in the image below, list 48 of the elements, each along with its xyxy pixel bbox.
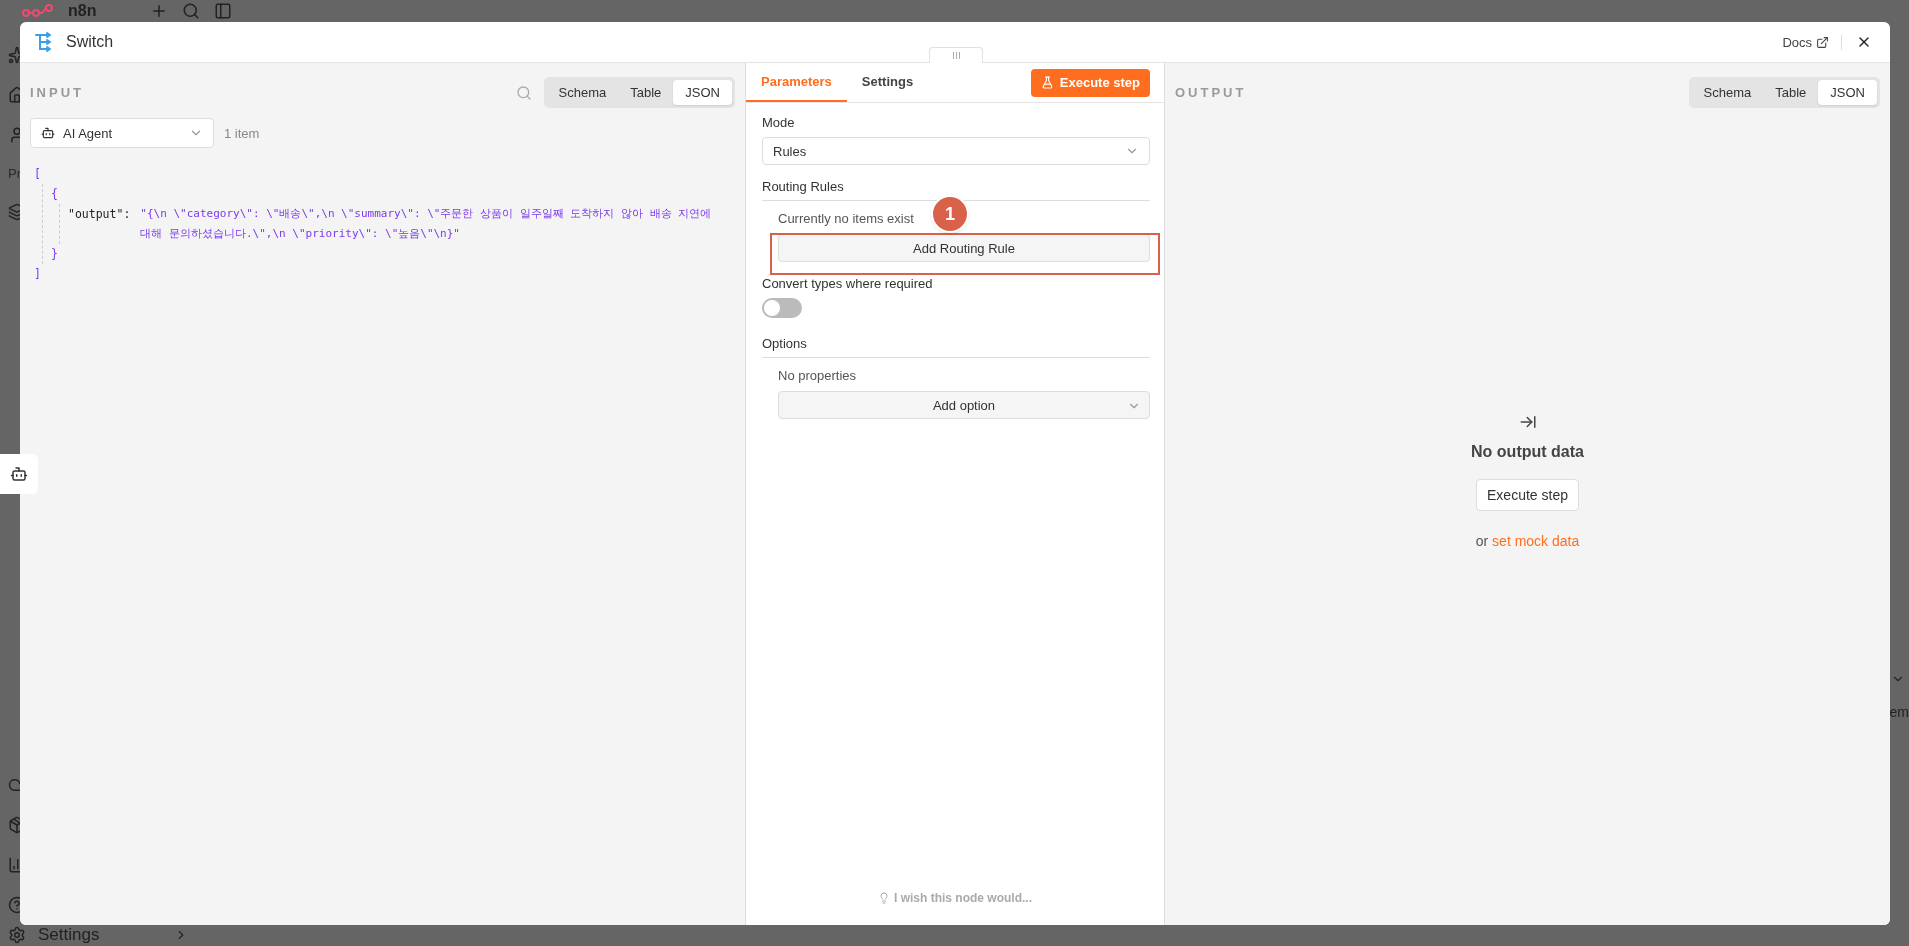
external-link-icon xyxy=(1816,35,1829,49)
docs-link[interactable]: Docs xyxy=(1782,34,1842,50)
app-logo: n8n xyxy=(68,2,97,20)
empty-state-text: No properties xyxy=(778,368,857,383)
view-tab[interactable]: JSON xyxy=(1818,80,1877,105)
json-bracket: [ xyxy=(34,166,42,183)
panel-tab[interactable]: Settings xyxy=(846,63,929,102)
background-text: em xyxy=(1889,704,1909,720)
json-bracket: ] xyxy=(34,266,42,283)
sidebar-section-label: Pr xyxy=(8,166,21,181)
item-count: 1 item xyxy=(224,125,260,141)
mode-select[interactable]: Rules xyxy=(762,137,1150,165)
json-brace: } xyxy=(51,246,59,263)
lightbulb-icon xyxy=(878,892,890,904)
flask-icon xyxy=(1040,76,1054,89)
settings-icon xyxy=(8,926,26,944)
drag-handle[interactable] xyxy=(929,47,983,63)
toggle-switch[interactable] xyxy=(762,298,802,318)
empty-state-text: Currently no items exist xyxy=(778,211,914,226)
json-value: "{\n \"category\": \"배송\",\n \"summary\": \"주문한 상품이 일주일째 도착하지 않아 배송 지연에 대해 문의하셨습니다.\",\n \"priority\": \"높음\"\n}" xyxy=(140,206,713,242)
empty-state-title: No output data xyxy=(1471,443,1584,461)
view-tab[interactable]: Schema xyxy=(546,80,619,105)
sidebar-toggle-icon[interactable] xyxy=(214,2,233,20)
robot-icon xyxy=(41,126,55,140)
agent-button[interactable] xyxy=(0,454,38,494)
view-tab[interactable]: JSON xyxy=(673,80,732,105)
view-tab[interactable]: Schema xyxy=(1691,80,1764,105)
json-brace: { xyxy=(51,186,59,203)
search-icon[interactable] xyxy=(182,2,201,20)
view-tab[interactable]: Table xyxy=(618,80,674,105)
mock-data-text: or set mock data xyxy=(1475,533,1580,549)
source-node-select[interactable]: AI Agent xyxy=(30,118,214,148)
panel-title: OUTPUT xyxy=(1175,85,1248,100)
window-title: Switch xyxy=(66,33,115,51)
execute-step-button[interactable]: Execute step xyxy=(1476,479,1579,511)
field-label: Convert types where required xyxy=(762,276,934,291)
add-option-button[interactable]: Add option xyxy=(778,391,1150,419)
field-label: Mode xyxy=(762,115,796,130)
robot-icon xyxy=(10,465,28,483)
sidebar-item: Settings xyxy=(38,925,100,945)
json-key: "output": xyxy=(68,204,131,244)
step-number-badge: 1 xyxy=(933,197,967,231)
arrow-to-line-icon xyxy=(1518,413,1537,431)
section-label: Options xyxy=(762,336,1150,358)
panel-title: INPUT xyxy=(30,85,85,100)
logo-icon xyxy=(22,4,54,18)
view-tab[interactable]: Table xyxy=(1763,80,1819,105)
add-routing-rule-button[interactable]: Add Routing Rule xyxy=(778,234,1150,262)
